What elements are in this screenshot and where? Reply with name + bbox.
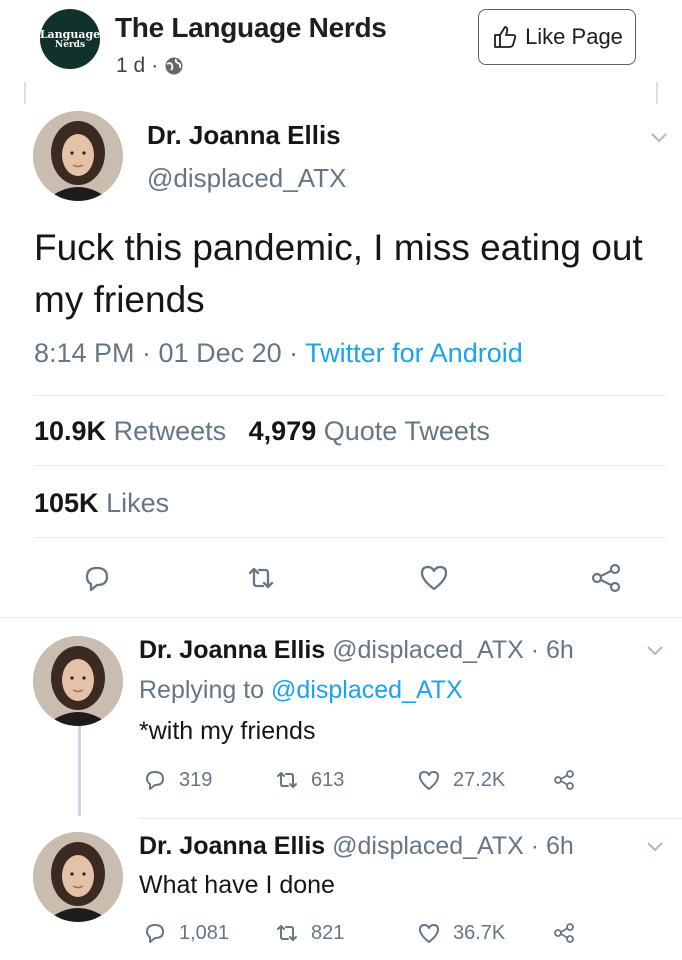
divider	[139, 818, 682, 819]
reply-icon	[146, 924, 164, 943]
share-icon[interactable]	[589, 561, 623, 595]
like-button[interactable]: 27.2K	[417, 768, 505, 792]
globe-icon	[164, 56, 184, 76]
thread-line	[78, 726, 81, 816]
retweets-link[interactable]: 10.9K Retweets	[34, 416, 226, 446]
likes-stats[interactable]: 105K Likes	[34, 488, 169, 519]
replying-to: Replying to @displaced_ATX	[139, 676, 463, 704]
header-divider	[656, 82, 658, 106]
retweet-icon[interactable]	[244, 561, 278, 595]
thumbs-up-icon	[494, 26, 517, 48]
reply-header: Dr. Joanna Ellis @displaced_ATX · 6h	[139, 636, 574, 665]
facebook-post-header: Language Nerds The Language Nerds 1 d · …	[0, 0, 682, 106]
share-button[interactable]	[552, 768, 576, 792]
page-name[interactable]: The Language Nerds	[115, 12, 387, 44]
reply-author-handle[interactable]: @displaced_ATX · 6h	[332, 636, 574, 664]
post-time[interactable]: 1 d	[116, 54, 145, 78]
heart-icon[interactable]	[417, 561, 451, 595]
like-page-button[interactable]: Like Page	[478, 9, 636, 65]
like-page-label: Like Page	[525, 24, 623, 49]
chevron-down-icon[interactable]	[650, 132, 668, 144]
page-logo[interactable]: Language Nerds	[40, 9, 100, 69]
avatar[interactable]	[33, 636, 123, 726]
tweet-timestamp: 8:14 PM · 01 Dec 20 · Twitter for Androi…	[34, 338, 523, 369]
share-icon	[554, 923, 574, 943]
reply-text: *with my friends	[139, 717, 316, 745]
tweet-text: Fuck this pandemic, I miss eating out my…	[34, 227, 643, 320]
divider	[34, 395, 666, 396]
replying-to-handle[interactable]: @displaced_ATX	[271, 676, 463, 704]
tweet-time: 8:14 PM · 01 Dec 20 ·	[34, 338, 306, 368]
share-icon	[554, 770, 574, 790]
avatar[interactable]	[33, 111, 123, 201]
reply-author-name[interactable]: Dr. Joanna Ellis	[139, 636, 325, 664]
header-divider	[24, 82, 26, 106]
chevron-down-icon[interactable]	[646, 841, 664, 853]
tweet-source[interactable]: Twitter for Android	[305, 338, 523, 368]
retweet-button[interactable]: 613	[275, 768, 344, 792]
reply-text: What have I done	[139, 871, 335, 899]
reply-button[interactable]: 1,081	[143, 921, 229, 945]
retweet-icon	[277, 772, 297, 788]
reply-icon[interactable]	[80, 561, 114, 595]
like-button[interactable]: 36.7K	[417, 921, 505, 945]
post-meta: 1 d ·	[116, 54, 184, 78]
tweet-author-name[interactable]: Dr. Joanna Ellis	[147, 120, 341, 151]
retweet-icon	[277, 925, 297, 941]
heart-icon	[419, 924, 439, 943]
reply-icon	[146, 771, 164, 790]
chevron-down-icon[interactable]	[646, 645, 664, 657]
meta-separator: ·	[151, 54, 159, 77]
reply-header: Dr. Joanna Ellis @displaced_ATX · 6h	[139, 832, 574, 861]
divider	[34, 465, 666, 466]
tweet-author-handle[interactable]: @displaced_ATX	[147, 163, 346, 194]
divider	[0, 617, 682, 618]
share-button[interactable]	[552, 921, 576, 945]
avatar[interactable]	[33, 832, 123, 922]
retweet-button[interactable]: 821	[275, 921, 344, 945]
quote-tweets-link[interactable]: 4,979 Quote Tweets	[249, 416, 490, 446]
retweet-stats: 10.9K Retweets 4,979 Quote Tweets	[34, 416, 490, 447]
reply-author-handle[interactable]: @displaced_ATX · 6h	[332, 832, 574, 860]
divider	[34, 537, 666, 538]
reply-author-name[interactable]: Dr. Joanna Ellis	[139, 832, 325, 860]
reply-button[interactable]: 319	[143, 768, 212, 792]
heart-icon	[419, 771, 439, 790]
